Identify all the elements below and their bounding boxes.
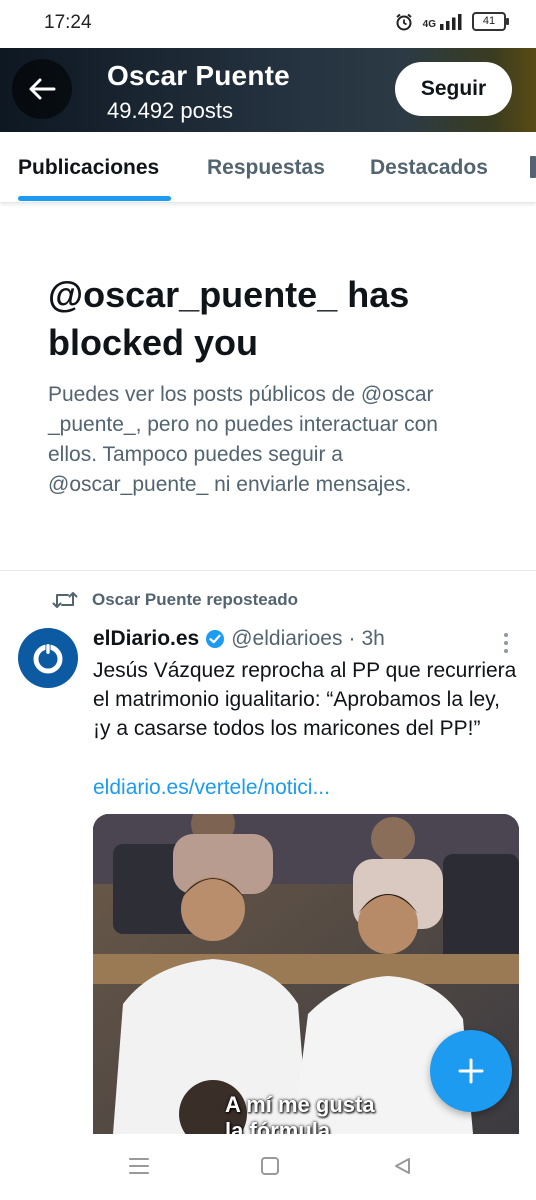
verified-badge-icon xyxy=(206,630,225,648)
compose-button[interactable] xyxy=(430,1030,512,1112)
tab-next-partial[interactable] xyxy=(530,156,536,178)
nav-home-icon[interactable] xyxy=(260,1156,280,1176)
nav-recents-icon[interactable] xyxy=(128,1156,150,1176)
tweet-time: 3h xyxy=(361,627,385,650)
tab-publicaciones[interactable]: Publicaciones xyxy=(18,156,159,180)
repost-label: Oscar Puente reposteado xyxy=(92,590,298,609)
signal-icon: 4G xyxy=(422,13,462,30)
media-caption: A mí me gusta la fórmula xyxy=(225,1092,375,1134)
plus-icon xyxy=(458,1058,484,1084)
media-caption-line2: la fórmula xyxy=(225,1118,331,1134)
status-time: 17:24 xyxy=(44,12,92,33)
system-nav-bar xyxy=(0,1134,536,1200)
active-tab-indicator xyxy=(18,196,171,201)
eldiario-logo-icon xyxy=(33,643,63,674)
blocked-title: @oscar_puente_ has blocked you xyxy=(48,274,410,363)
media-caption-line1: A mí me gusta xyxy=(225,1092,375,1117)
tweet-link[interactable]: eldiario.es/vertele/notici... xyxy=(93,776,330,800)
tab-destacados[interactable]: Destacados xyxy=(370,156,488,180)
repost-icon xyxy=(52,592,78,608)
tab-respuestas[interactable]: Respuestas xyxy=(207,156,325,180)
back-button[interactable] xyxy=(12,59,72,119)
status-icons: 4G 41 xyxy=(395,12,509,31)
avatar[interactable] xyxy=(18,628,78,688)
back-arrow-icon xyxy=(29,78,56,100)
status-bar: 17:24 4G 41 xyxy=(0,0,536,48)
tweet-author-handle[interactable]: @eldiarioes xyxy=(231,627,342,651)
profile-tabs: Publicaciones Respuestas Destacados xyxy=(0,132,536,203)
profile-header: Oscar Puente 49.492 posts Seguir xyxy=(0,48,536,132)
more-options-icon[interactable] xyxy=(502,632,510,654)
tweet-text: Jesús Vázquez reprocha al PP que recurri… xyxy=(93,659,517,740)
tweet-author-name[interactable]: elDiario.es xyxy=(93,627,199,651)
tweet-header: elDiario.es @eldiarioes · 3h xyxy=(93,627,385,651)
blocked-description: Puedes ver los posts públicos de @oscar … xyxy=(48,383,438,496)
profile-post-count: 49.492 posts xyxy=(107,98,233,123)
alarm-icon xyxy=(396,13,412,30)
divider xyxy=(0,570,536,571)
battery-icon: 41 xyxy=(472,12,509,31)
profile-name: Oscar Puente xyxy=(107,60,290,91)
network-type: 4G xyxy=(422,18,436,30)
repost-indicator[interactable]: Oscar Puente reposteado xyxy=(52,590,298,610)
tweet-separator: · xyxy=(348,627,356,650)
battery-level: 41 xyxy=(482,15,496,27)
follow-button[interactable]: Seguir xyxy=(395,62,512,116)
nav-back-icon[interactable] xyxy=(392,1156,412,1176)
